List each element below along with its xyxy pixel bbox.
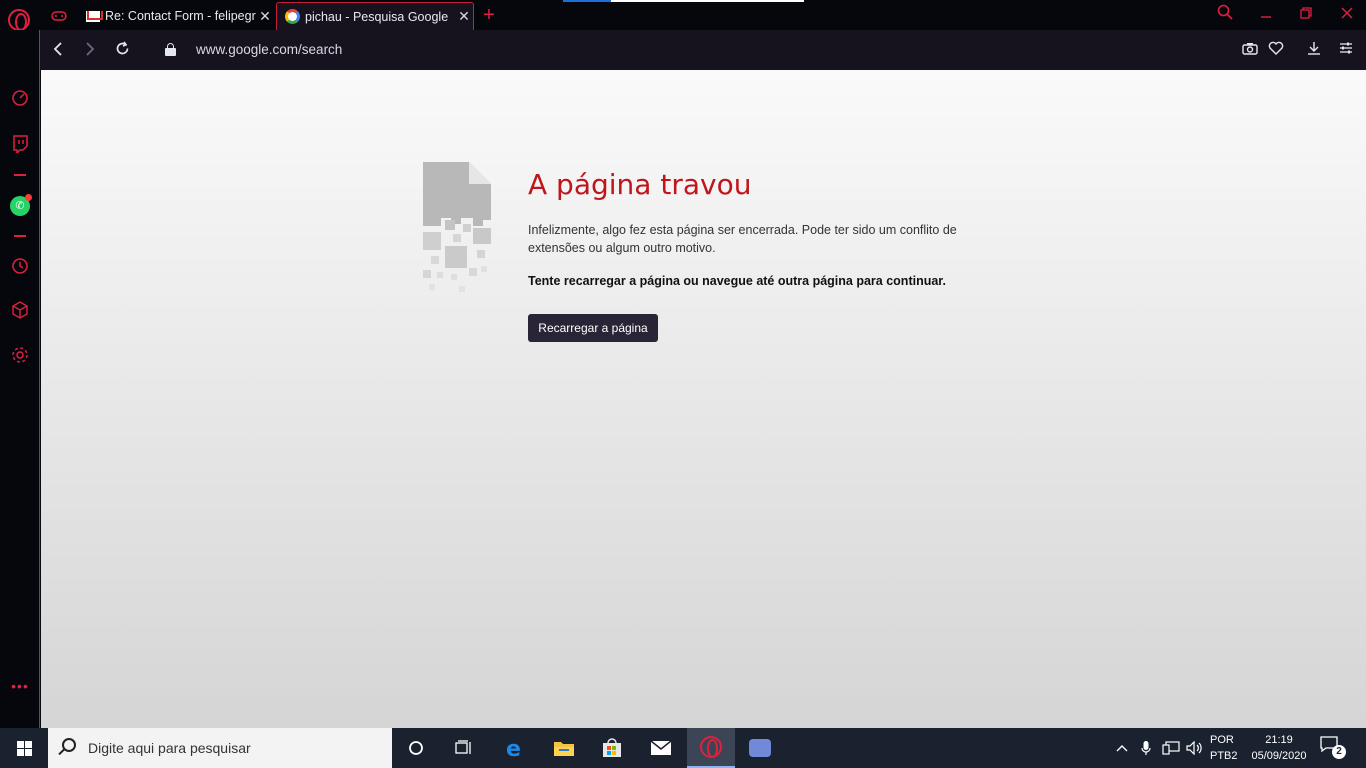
opera-gx-taskbar-button[interactable] — [687, 728, 735, 768]
bookmark-heart-icon[interactable] — [1266, 40, 1286, 60]
network-icon[interactable] — [1160, 728, 1182, 768]
clock-date: 05/09/2020 — [1251, 750, 1307, 762]
tab-google-search[interactable]: pichau - Pesquisa Google ✕ — [276, 2, 474, 30]
forward-icon[interactable] — [78, 38, 102, 62]
mail-icon[interactable] — [637, 728, 685, 768]
gx-corner-tab-icon[interactable] — [44, 2, 74, 30]
microphone-icon[interactable] — [1136, 728, 1156, 768]
tab-indicator-bar-light — [611, 0, 804, 2]
microsoft-store-icon[interactable] — [588, 728, 636, 768]
new-tab-button[interactable]: + — [480, 4, 498, 27]
notification-count-badge: 2 — [1332, 745, 1346, 759]
more-icon[interactable]: ••• — [10, 676, 30, 696]
address-bar: www.google.com/search — [40, 30, 1366, 70]
tab-indicator-bar — [563, 0, 611, 2]
page-content: A página travou Infelizmente, algo fez e… — [41, 70, 1366, 728]
page-title: A página travou — [528, 168, 752, 201]
edge-icon[interactable]: e — [491, 728, 539, 768]
task-view-icon[interactable] — [440, 728, 488, 768]
sidebar-divider — [14, 174, 26, 176]
minimize-icon[interactable] — [1251, 4, 1281, 26]
windows-icon — [17, 741, 32, 756]
tab-label: Re: Contact Form - felipegr — [105, 9, 256, 23]
action-center-icon[interactable]: 2 — [1320, 736, 1346, 760]
speed-dial-icon[interactable] — [10, 89, 30, 109]
opera-icon — [700, 736, 722, 758]
tab-strip: Re: Contact Form - felipegr ✕ pichau - P… — [0, 0, 1366, 31]
sidebar: ✆ ••• — [0, 30, 40, 728]
reload-icon[interactable] — [110, 38, 134, 62]
taskbar-search-box[interactable]: Digite aqui para pesquisar — [48, 728, 392, 768]
crash-hint: Tente recarregar a página ou navegue até… — [528, 274, 946, 288]
lock-icon[interactable] — [165, 43, 176, 56]
camera-icon[interactable] — [1240, 40, 1260, 60]
sidebar-divider — [14, 235, 26, 237]
crash-description: Infelizmente, algo fez esta página ser e… — [528, 223, 957, 255]
search-tabs-icon[interactable] — [1210, 4, 1240, 26]
history-icon[interactable] — [10, 257, 30, 277]
reload-page-button[interactable]: Recarregar a página — [528, 314, 658, 342]
opera-menu-icon[interactable] — [8, 9, 30, 31]
extensions-icon[interactable] — [10, 301, 30, 321]
tab-gmail[interactable]: Re: Contact Form - felipegr ✕ — [80, 2, 274, 30]
download-icon[interactable] — [1304, 40, 1324, 60]
broken-page-icon — [423, 162, 491, 292]
svg-text:e: e — [506, 737, 521, 759]
settings-icon[interactable] — [10, 346, 30, 366]
search-icon — [62, 738, 76, 752]
close-tab-icon[interactable]: ✕ — [256, 8, 274, 25]
volume-icon[interactable] — [1184, 728, 1206, 768]
gmail-icon — [86, 10, 100, 22]
start-button[interactable] — [0, 728, 48, 768]
discord-logo — [749, 739, 771, 757]
search-placeholder: Digite aqui para pesquisar — [88, 740, 251, 756]
taskbar: Digite aqui para pesquisar e POR PTB2 21… — [0, 728, 1366, 768]
tab-label: pichau - Pesquisa Google — [305, 9, 449, 24]
clock-time: 21:19 — [1265, 734, 1293, 746]
show-hidden-icons-chevron[interactable] — [1112, 728, 1132, 768]
language-code: POR — [1210, 734, 1234, 746]
google-icon — [285, 9, 300, 24]
file-explorer-icon[interactable] — [540, 728, 588, 768]
system-clock[interactable]: 21:19 05/09/2020 — [1248, 732, 1310, 764]
discord-icon[interactable] — [736, 728, 784, 768]
url-field[interactable]: www.google.com/search — [196, 42, 342, 57]
notification-dot — [25, 194, 32, 201]
close-tab-icon[interactable]: ✕ — [455, 8, 473, 25]
twitch-icon[interactable] — [10, 135, 30, 155]
gamepad-icon — [51, 11, 67, 21]
restore-icon[interactable] — [1291, 4, 1321, 26]
close-window-icon[interactable] — [1332, 4, 1362, 26]
back-icon[interactable] — [46, 38, 70, 62]
easy-setup-icon[interactable] — [1336, 40, 1356, 60]
cortana-icon[interactable] — [392, 728, 440, 768]
keyboard-layout: PTB2 — [1210, 750, 1238, 762]
input-language-indicator[interactable]: POR PTB2 — [1210, 732, 1238, 764]
